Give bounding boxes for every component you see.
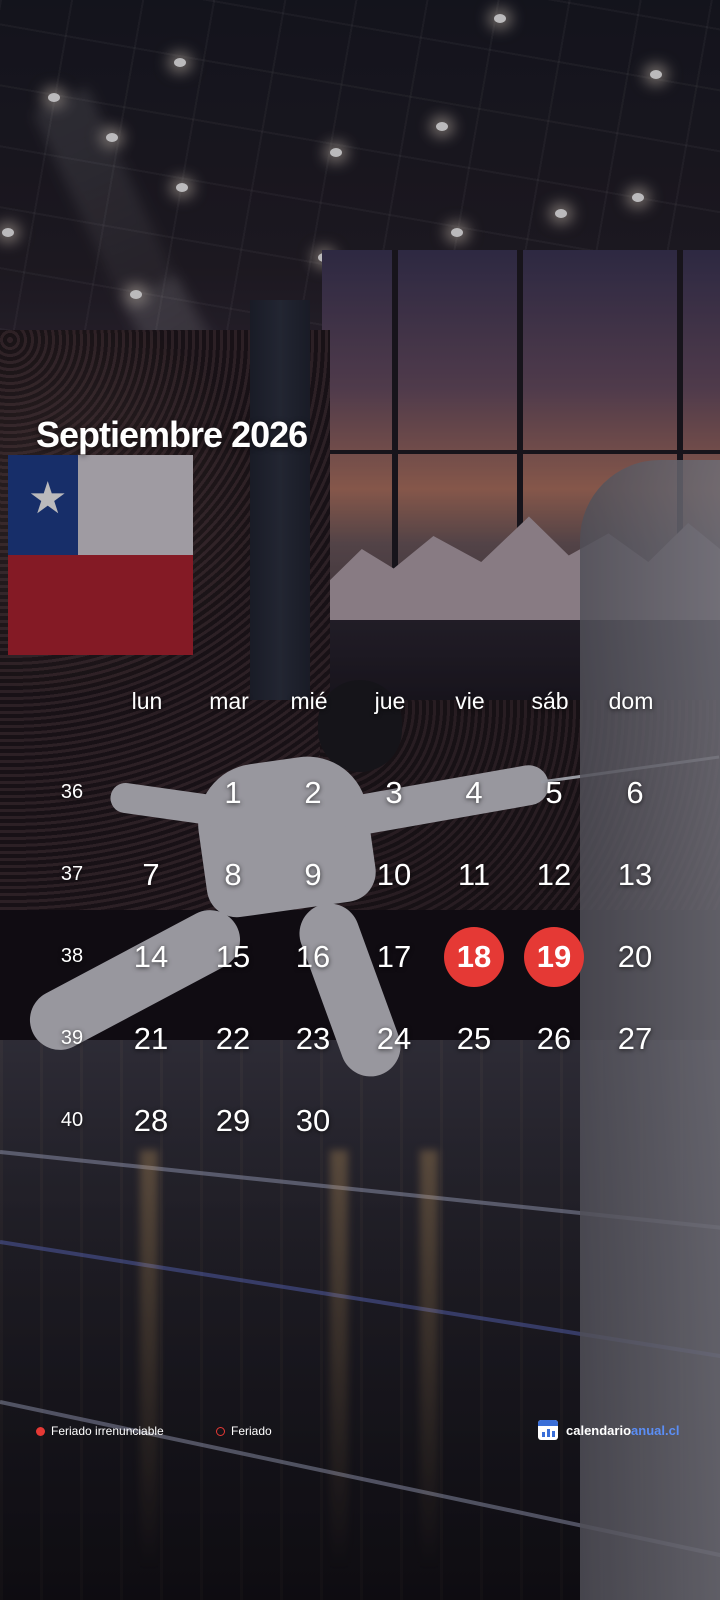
weekday-label: mar bbox=[209, 688, 249, 714]
day-cell: 14 bbox=[133, 939, 169, 974]
day-cell: 27 bbox=[617, 1021, 653, 1056]
day-cell: 11 bbox=[457, 857, 491, 892]
week-number: 37 bbox=[60, 863, 84, 885]
weekday-header: lun mar mié jue vie sáb dom bbox=[107, 688, 680, 728]
day-cell: 15 bbox=[215, 939, 251, 974]
day-cell: 12 bbox=[536, 857, 572, 892]
day-cell: 25 bbox=[456, 1021, 492, 1056]
day-cell: 13 bbox=[617, 857, 653, 892]
weekday-label: mié bbox=[290, 688, 328, 714]
day-cell: 22 bbox=[215, 1021, 251, 1056]
week-number: 38 bbox=[60, 945, 84, 967]
weekday-label: jue bbox=[374, 688, 406, 714]
day-cell: 6 bbox=[626, 775, 644, 810]
day-cell: 4 bbox=[465, 775, 483, 810]
legend-irrenunciable: Feriado irrenunciable bbox=[36, 1424, 164, 1438]
week-number: 39 bbox=[60, 1027, 84, 1049]
day-cell: 30 bbox=[295, 1103, 331, 1138]
day-cell: 23 bbox=[295, 1021, 331, 1056]
week-number: 40 bbox=[60, 1109, 84, 1131]
day-cell: 26 bbox=[536, 1021, 572, 1056]
legend-label: Feriado bbox=[231, 1424, 272, 1438]
month-title: Septiembre 2026 bbox=[36, 414, 308, 455]
day-cell: 17 bbox=[376, 939, 412, 974]
day-cell: 24 bbox=[376, 1021, 412, 1056]
day-cell: 29 bbox=[215, 1103, 251, 1138]
weekday-label: lun bbox=[131, 688, 163, 714]
day-cell: 16 bbox=[295, 939, 331, 974]
brand-logo: calendarioanual.cl bbox=[538, 1420, 679, 1440]
day-cell: 7 bbox=[142, 857, 160, 892]
day-cell: 20 bbox=[617, 939, 653, 974]
weekday-label: sáb bbox=[531, 688, 569, 714]
week-number: 36 bbox=[60, 781, 84, 803]
day-cell: 5 bbox=[545, 775, 563, 810]
calendar-icon bbox=[538, 1420, 558, 1440]
day-cell: 9 bbox=[304, 857, 322, 892]
legend-label: Feriado irrenunciable bbox=[51, 1424, 164, 1438]
day-cell-holiday: 18 bbox=[444, 927, 504, 987]
weekday-label: vie bbox=[455, 688, 485, 714]
day-cell: 8 bbox=[224, 857, 242, 892]
day-cell: 21 bbox=[133, 1021, 169, 1056]
weekday-label: dom bbox=[608, 688, 654, 714]
outline-dot-icon bbox=[216, 1426, 225, 1436]
day-cell: 28 bbox=[133, 1103, 169, 1138]
day-cell: 10 bbox=[376, 857, 412, 892]
day-cell: 3 bbox=[385, 775, 403, 810]
brand-name: calendarioanual.cl bbox=[566, 1422, 680, 1438]
legend-feriado: Feriado bbox=[216, 1424, 272, 1438]
day-cell: 1 bbox=[224, 775, 242, 810]
day-cell-holiday: 19 bbox=[524, 927, 584, 987]
day-cell: 2 bbox=[304, 775, 322, 810]
filled-dot-icon bbox=[36, 1426, 45, 1436]
